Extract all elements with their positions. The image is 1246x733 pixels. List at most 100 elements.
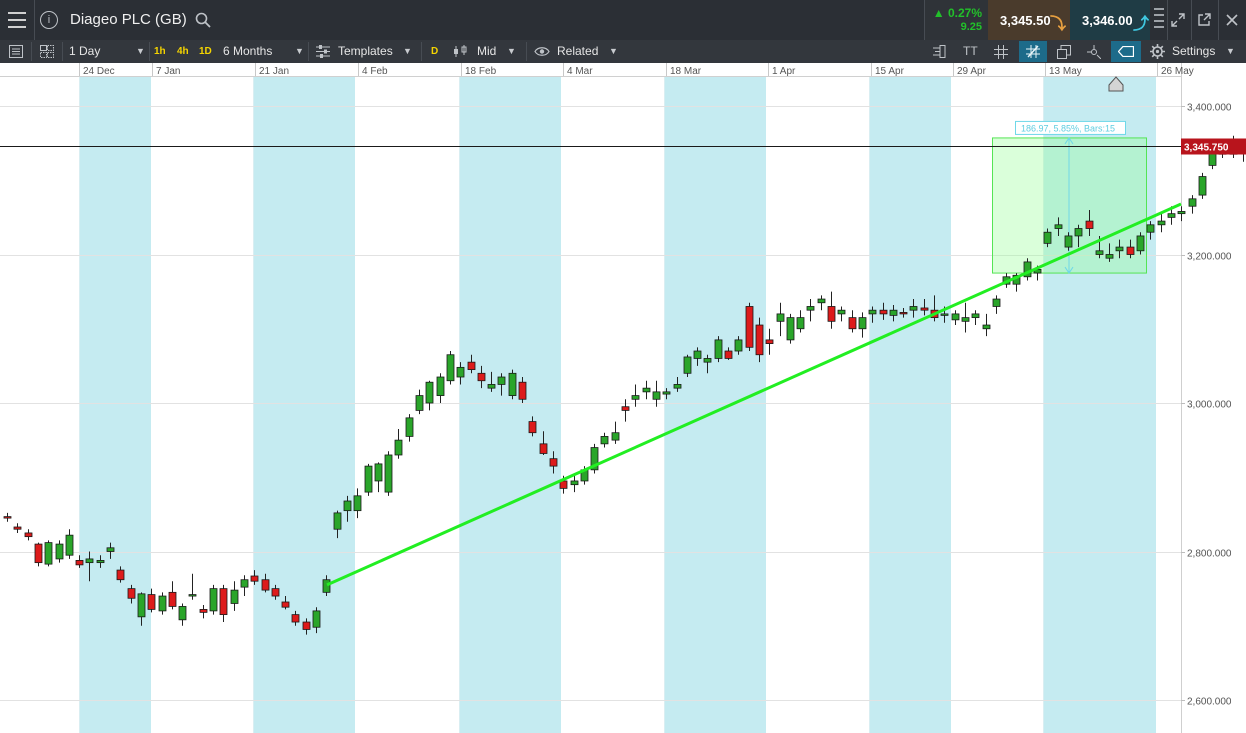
chevron-down-icon: ▼ <box>1226 46 1235 56</box>
settings-button[interactable]: Settings ▼ <box>1172 40 1238 63</box>
divider <box>149 42 150 61</box>
text-tool-button[interactable]: TT <box>963 40 978 63</box>
candle-body <box>621 406 630 411</box>
buy-button[interactable]: 3,346.00 ⤴ <box>1070 0 1150 40</box>
scroll-handle-icon[interactable] <box>1154 6 1164 34</box>
time-tick-label: 18 Feb <box>465 66 497 77</box>
related-button[interactable]: Related ▼ <box>557 40 621 63</box>
candle-body <box>405 417 414 437</box>
candle-body <box>539 443 548 454</box>
candle-body <box>508 372 517 396</box>
candle-body <box>456 366 465 378</box>
expand-icon[interactable] <box>1171 13 1185 27</box>
chevron-down-icon: ▼ <box>403 46 412 56</box>
candle-body <box>250 575 259 582</box>
daily-tag[interactable]: D <box>431 45 438 59</box>
range-select[interactable]: 6 Months ▼ <box>223 40 305 63</box>
candle-body <box>899 312 908 315</box>
related-label: Related <box>557 44 599 58</box>
quick-interval-1h[interactable]: 1h <box>154 45 166 59</box>
candle-body <box>868 309 877 315</box>
change-percent: ▲ 0.27% <box>932 6 982 20</box>
candle-body <box>55 543 64 560</box>
eye-icon <box>534 47 550 56</box>
divider <box>1167 0 1168 40</box>
candle-body <box>951 313 960 321</box>
candle-body <box>1146 224 1155 233</box>
sell-price: 3,345.50 <box>1000 13 1051 28</box>
price-axis: 3,400.000 3,200.000 3,000.000 2,800.000 2,60… <box>1181 103 1232 708</box>
candle-body <box>600 436 609 445</box>
candle-body <box>652 391 661 400</box>
pin-icon[interactable] <box>1087 45 1101 59</box>
candle-body <box>333 512 342 530</box>
candle-body <box>1054 224 1063 229</box>
tag-toggle[interactable] <box>1111 41 1141 62</box>
candle-body <box>415 395 424 411</box>
divider <box>526 42 527 61</box>
instrument-name[interactable]: Diageo PLC (GB) <box>70 11 187 28</box>
candle-body <box>1126 246 1135 255</box>
interval-select[interactable]: 1 Day ▼ <box>69 40 147 63</box>
close-icon[interactable] <box>1226 14 1238 26</box>
divider <box>34 0 35 40</box>
candle-body <box>209 588 218 612</box>
candle-body <box>549 458 558 467</box>
candle-body <box>240 579 249 588</box>
candle-body <box>806 306 815 311</box>
week-band <box>79 77 151 733</box>
info-icon[interactable]: i <box>40 11 58 29</box>
quick-interval-1d[interactable]: 1D <box>199 45 212 59</box>
candle-body <box>786 317 795 341</box>
list-icon[interactable] <box>9 45 23 58</box>
gear-icon[interactable] <box>1150 44 1165 59</box>
divider <box>62 42 63 61</box>
menu-icon[interactable] <box>8 12 26 28</box>
candle-body <box>168 591 177 607</box>
crosshair-toggle[interactable] <box>1019 41 1047 62</box>
candle-body <box>116 569 125 581</box>
candle-body <box>188 594 197 597</box>
candle-body <box>147 594 156 610</box>
divider <box>31 42 32 61</box>
quick-interval-4h[interactable]: 4h <box>177 45 189 59</box>
layout-icon[interactable] <box>40 45 54 58</box>
measure-label: 186.97, 5.85%, Bars:15 <box>1021 123 1115 133</box>
candle-body <box>106 547 115 552</box>
candle-body <box>1198 176 1207 196</box>
measure-tool[interactable]: 186.97, 5.85%, Bars:15 <box>992 120 1147 274</box>
candle-body <box>34 543 43 564</box>
candle-body <box>364 465 373 493</box>
candle-body <box>322 579 331 593</box>
time-tick-label: 4 Mar <box>567 66 593 77</box>
candle-body <box>85 558 94 564</box>
candle-body <box>755 324 764 356</box>
time-tick-label: 29 Apr <box>957 66 987 77</box>
price-chart[interactable]: 24 Dec 7 Jan 21 Jan 4 Feb 18 Feb 4 Mar 18 Mar 1… <box>0 63 1246 733</box>
time-tick-label: 1 Apr <box>772 66 796 77</box>
price-type-select[interactable]: Mid ▼ <box>477 40 521 63</box>
sell-button[interactable]: 3,345.50 ⤵ <box>988 0 1070 40</box>
week-band <box>869 77 951 733</box>
time-axis: 24 Dec 7 Jan 21 Jan 4 Feb 18 Feb 4 Mar 18 Mar 1… <box>79 63 1194 77</box>
templates-icon <box>316 45 330 58</box>
templates-button[interactable]: Templates ▼ <box>338 40 418 63</box>
candle-body <box>642 387 651 393</box>
candle-body <box>982 324 991 330</box>
grid-icon[interactable] <box>994 45 1008 59</box>
settings-label: Settings <box>1172 44 1216 58</box>
ruler-icon[interactable] <box>932 45 946 58</box>
candle-body <box>858 317 867 330</box>
copy-icon[interactable] <box>1057 45 1071 59</box>
candle-body <box>683 356 692 374</box>
candle-body <box>1115 246 1124 252</box>
candle-body <box>178 606 187 621</box>
candle-body <box>1167 213 1176 218</box>
search-icon[interactable] <box>195 12 211 28</box>
candle-body <box>961 317 970 322</box>
candle-body <box>65 534 74 556</box>
popout-icon[interactable] <box>1197 13 1211 27</box>
price-type-icon <box>454 45 467 57</box>
time-tick-label: 13 May <box>1049 66 1082 77</box>
crosshair-icon <box>1026 45 1040 58</box>
